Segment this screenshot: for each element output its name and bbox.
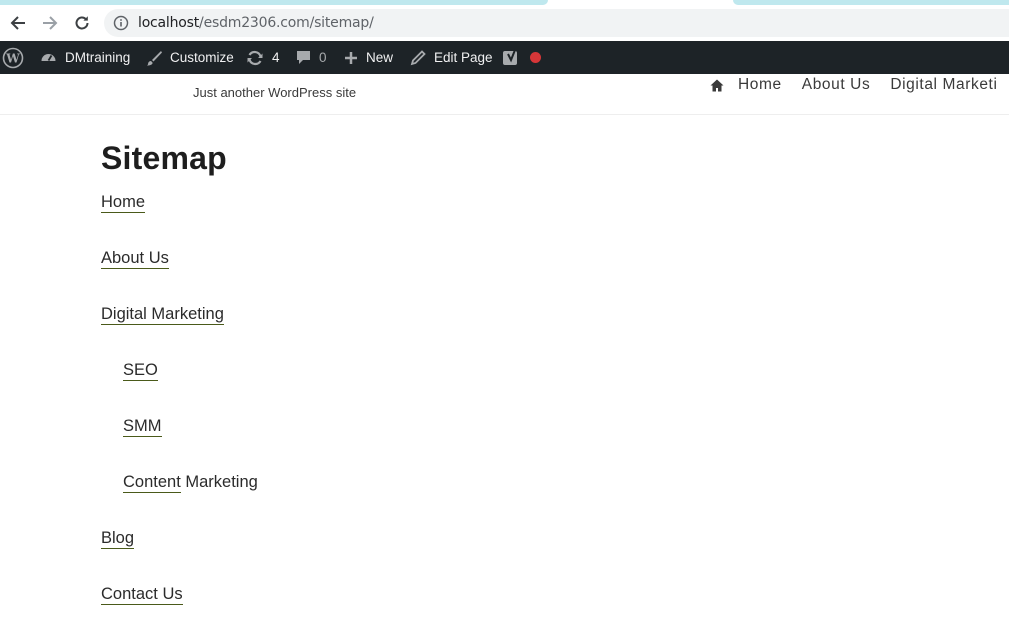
wp-admin-bar: W DMtraining Customize 4 0 New Edit Page bbox=[0, 41, 1009, 74]
nav-home[interactable]: Home bbox=[738, 76, 782, 94]
list-item: About Us bbox=[101, 249, 169, 269]
customize-label: Customize bbox=[170, 50, 234, 65]
site-name-label: DMtraining bbox=[65, 50, 131, 65]
paintbrush-icon bbox=[147, 50, 162, 65]
svg-text:W: W bbox=[5, 51, 20, 65]
sitemap-link-digital-marketing[interactable]: Digital Marketing bbox=[101, 305, 224, 325]
nav-digital-marketing[interactable]: Digital Marketi bbox=[890, 76, 997, 94]
browser-toolbar: localhost/esdm2306.com/sitemap/ bbox=[0, 5, 1009, 41]
sitemap-link-seo[interactable]: SEO bbox=[123, 361, 158, 381]
nav-about-us[interactable]: About Us bbox=[802, 76, 871, 94]
list-item: Home bbox=[101, 193, 146, 213]
updates-link[interactable]: 4 bbox=[246, 41, 280, 74]
list-item: Blog bbox=[101, 529, 135, 549]
url-path: /esdm2306.com/sitemap/ bbox=[199, 15, 374, 31]
updates-icon bbox=[247, 50, 263, 65]
updates-count: 4 bbox=[272, 50, 280, 65]
new-content-menu[interactable]: New bbox=[344, 41, 393, 74]
forward-button[interactable] bbox=[37, 10, 63, 36]
list-item: Contact Us bbox=[101, 585, 183, 605]
sitemap-link-content-marketing[interactable]: Content bbox=[123, 473, 181, 493]
wordpress-logo-icon: W bbox=[2, 47, 24, 68]
list-item: SEO bbox=[123, 361, 158, 381]
reload-icon bbox=[75, 16, 89, 30]
sitemap-link-smm[interactable]: SMM bbox=[123, 417, 162, 437]
customize-link[interactable]: Customize bbox=[146, 41, 234, 74]
comments-count: 0 bbox=[319, 50, 327, 65]
sitemap-link-contact-us[interactable]: Contact Us bbox=[101, 585, 183, 605]
sitemap-link-about-us[interactable]: About Us bbox=[101, 249, 169, 269]
info-icon[interactable] bbox=[113, 15, 129, 31]
url-host: localhost bbox=[138, 15, 200, 31]
site-header: Just another WordPress site Home About U… bbox=[0, 74, 1009, 115]
comments-link[interactable]: 0 bbox=[296, 41, 327, 74]
address-bar[interactable]: localhost/esdm2306.com/sitemap/ bbox=[104, 9, 1009, 37]
yoast-logo-icon bbox=[503, 49, 517, 65]
url-text[interactable]: localhost/esdm2306.com/sitemap/ bbox=[138, 15, 374, 31]
plus-icon bbox=[345, 51, 357, 64]
list-item: Content Marketing bbox=[123, 473, 258, 493]
back-button[interactable] bbox=[5, 10, 31, 36]
reload-button[interactable] bbox=[69, 10, 95, 36]
pencil-icon bbox=[410, 49, 426, 65]
seo-status-dot bbox=[530, 52, 541, 63]
wp-logo-menu[interactable]: W bbox=[2, 41, 24, 74]
edit-page-link[interactable]: Edit Page bbox=[410, 41, 493, 74]
site-name-menu[interactable]: DMtraining bbox=[40, 41, 130, 74]
edit-page-label: Edit Page bbox=[434, 50, 493, 65]
list-item: SMM bbox=[123, 417, 162, 437]
content-marketing-suffix: Marketing bbox=[180, 473, 258, 491]
sitemap-link-blog[interactable]: Blog bbox=[101, 529, 135, 549]
arrow-right-icon bbox=[43, 16, 58, 30]
site-tagline: Just another WordPress site bbox=[193, 85, 357, 100]
yoast-seo-menu[interactable] bbox=[502, 41, 541, 74]
page-title: Sitemap bbox=[101, 140, 227, 176]
dashboard-gauge-icon bbox=[41, 54, 56, 61]
sitemap-link-home[interactable]: Home bbox=[101, 193, 146, 213]
home-icon[interactable] bbox=[710, 79, 724, 92]
new-label: New bbox=[366, 50, 394, 65]
comment-bubble-icon bbox=[297, 51, 310, 64]
list-item: Digital Marketing bbox=[101, 305, 224, 325]
primary-nav: Home About Us Digital Marketi bbox=[710, 74, 1009, 96]
arrow-left-icon bbox=[10, 16, 25, 30]
